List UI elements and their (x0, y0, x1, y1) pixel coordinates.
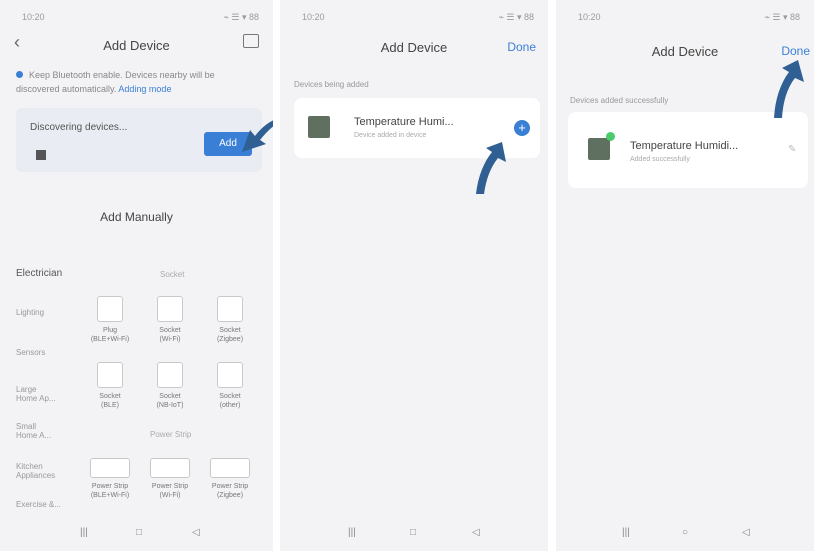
done-button[interactable]: Done (507, 40, 536, 54)
arrow-to-plus-icon (476, 142, 506, 194)
status-bar: 10:20 ⌁ ☰ ▾ 88 (556, 0, 814, 30)
device-thumbnail-icon (588, 138, 610, 160)
group-label: Devices being added (294, 80, 369, 89)
category-sensors[interactable]: Sensors (16, 348, 45, 357)
socket-icon (97, 362, 123, 388)
add-device-plus-icon[interactable]: + (514, 120, 530, 136)
category-kitchen[interactable]: Kitchen Appliances (16, 462, 66, 480)
edit-icon[interactable]: ✎ (788, 144, 796, 155)
category-lighting[interactable]: Lighting (16, 308, 44, 317)
back-button[interactable]: ◁ (192, 527, 200, 538)
back-button[interactable]: ◁ (472, 527, 480, 538)
home-button[interactable]: □ (410, 527, 416, 538)
status-bar: 10:20 ⌁ ☰ ▾ 88 (280, 0, 548, 30)
system-nav-bar: ||| □ ◁ (0, 519, 273, 547)
category-electrician[interactable]: Electrician (16, 268, 62, 279)
success-check-icon (606, 132, 615, 141)
status-icons: ⌁ ☰ ▾ 88 (223, 12, 259, 22)
back-button[interactable]: ◁ (742, 527, 750, 538)
status-time: 10:20 (302, 12, 325, 22)
tile-label: Power Strip (BLE+Wi-Fi) (90, 483, 130, 499)
status-icons: ⌁ ☰ ▾ 88 (498, 12, 534, 22)
socket-icon (97, 296, 123, 322)
device-tile[interactable]: Socket (Wi-Fi) (140, 296, 200, 344)
screen-add-device-pending: 10:20 ⌁ ☰ ▾ 88 Add Device Done Devices b… (280, 0, 548, 551)
power-strip-icon (90, 458, 130, 478)
tile-label: Socket (BLE) (99, 393, 121, 409)
device-status: Device added in device (354, 132, 427, 139)
tile-label: Socket (NB-IoT) (156, 393, 184, 409)
socket-icon (157, 296, 183, 322)
device-card[interactable]: Temperature Humidi... Added successfully… (568, 112, 808, 188)
device-tile[interactable]: Socket (other) (200, 362, 260, 410)
socket-icon (157, 362, 183, 388)
socket-icon (217, 296, 243, 322)
page-title: Add Device (651, 44, 719, 59)
discovering-title: Discovering devices... (30, 122, 128, 133)
recent-apps-button[interactable]: ||| (348, 527, 356, 538)
device-tile[interactable]: Socket (NB-IoT) (140, 362, 200, 410)
device-chip-icon (36, 150, 46, 160)
category-exercise[interactable]: Exercise &... (16, 500, 61, 509)
status-bar: 10:20 ⌁ ☰ ▾ 88 (0, 0, 273, 30)
device-tile[interactable]: Socket (BLE) (80, 362, 140, 410)
screen-add-device-discovering: 10:20 ⌁ ☰ ▾ 88 ‹ Add Device Keep Bluetoo… (0, 0, 273, 551)
device-tile[interactable]: Power Strip (BLE+Wi-Fi) (80, 458, 140, 500)
add-manually-title: Add Manually (100, 210, 173, 224)
info-icon (16, 71, 23, 78)
recent-apps-button[interactable]: ||| (622, 527, 630, 538)
status-time: 10:20 (578, 12, 601, 22)
device-thumbnail-icon (308, 116, 330, 138)
socket-icon (217, 362, 243, 388)
tile-label: Socket (Zigbee) (216, 327, 244, 343)
power-strip-icon (150, 458, 190, 478)
tile-label: Power Strip (Wi-Fi) (151, 483, 189, 499)
recent-apps-button[interactable]: ||| (80, 527, 88, 538)
device-tile[interactable]: Plug (BLE+Wi-Fi) (80, 296, 140, 344)
done-button[interactable]: Done (781, 44, 810, 58)
device-name: Temperature Humidi... (630, 140, 739, 152)
arrow-to-done-icon (774, 60, 804, 118)
status-time: 10:20 (22, 12, 45, 22)
tile-label: Socket (other) (219, 393, 241, 409)
device-tile[interactable]: Power Strip (Wi-Fi) (140, 458, 200, 500)
sub-header-power-strip: Power Strip (150, 430, 192, 439)
group-label: Devices added successfully (570, 96, 669, 105)
arrow-to-add-icon (242, 120, 273, 152)
home-button[interactable]: ○ (682, 527, 688, 538)
screen-add-device-success: 10:20 ⌁ ☰ ▾ 88 Add Device Done Devices a… (556, 0, 814, 551)
adding-mode-link[interactable]: Adding mode (118, 84, 171, 94)
device-tile[interactable]: Socket (Zigbee) (200, 296, 260, 344)
power-strip-icon (210, 458, 250, 478)
scan-icon[interactable] (243, 34, 259, 48)
page-title: Add Device (103, 38, 170, 53)
tile-label: Socket (Wi-Fi) (159, 327, 181, 343)
system-nav-bar: ||| ○ ◁ (556, 519, 814, 547)
tile-label: Power Strip (Zigbee) (211, 483, 249, 499)
category-small-home[interactable]: Small Home A... (16, 422, 56, 440)
home-button[interactable]: □ (136, 527, 142, 538)
status-icons: ⌁ ☰ ▾ 88 (764, 12, 800, 22)
device-tile[interactable]: Power Strip (Zigbee) (200, 458, 260, 500)
category-large-home[interactable]: Large Home Ap... (16, 385, 56, 403)
info-text: Keep Bluetooth enable. Devices nearby wi… (16, 70, 215, 94)
sub-header-socket: Socket (160, 270, 185, 279)
bluetooth-info: Keep Bluetooth enable. Devices nearby wi… (16, 68, 256, 96)
device-name: Temperature Humi... (354, 116, 454, 128)
tile-label: Plug (BLE+Wi-Fi) (90, 327, 130, 343)
discovering-card: Discovering devices... Add (16, 108, 262, 172)
device-status: Added successfully (630, 156, 690, 163)
system-nav-bar: ||| □ ◁ (280, 519, 548, 547)
